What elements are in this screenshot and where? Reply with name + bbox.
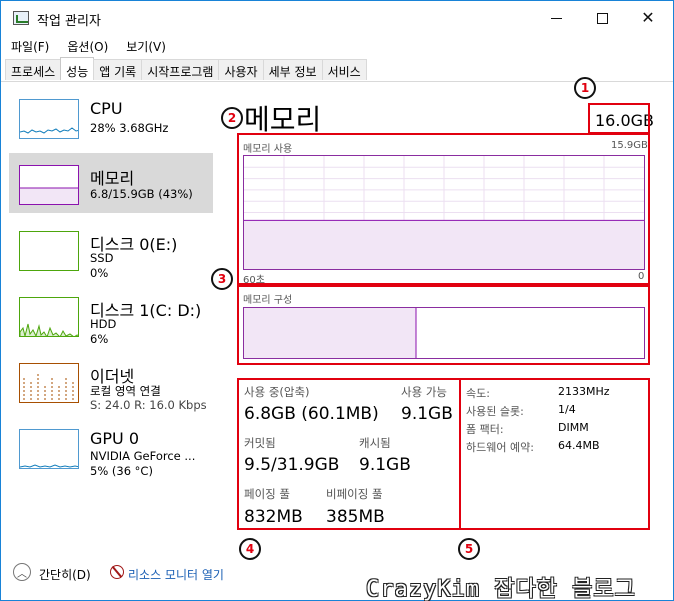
menu-bar: 파일(F) 옵션(O) 보기(V) [1, 35, 673, 57]
annotation-badge-2: 2 [221, 107, 243, 129]
sidebar-item-detail: NVIDIA GeForce ... [90, 449, 196, 463]
tab-users[interactable]: 사용자 [218, 59, 264, 80]
minimize-icon [550, 17, 562, 19]
tab-performance[interactable]: 성능 [60, 57, 95, 80]
menu-options[interactable]: 옵션(O) [57, 35, 116, 57]
annotation-box-info [459, 378, 650, 530]
sidebar-item-detail: S: 24.0 R: 16.0 Kbps [90, 398, 207, 412]
sidebar-item-disk-1[interactable]: 디스크 1(C: D:) HDD 6% [9, 285, 213, 346]
tab-bar: 프로세스 성능 앱 기록 시작프로그램 사용자 세부 정보 서비스 [5, 57, 367, 81]
disk1-thumbnail-graph [19, 297, 79, 337]
annotation-box-composition [237, 285, 650, 365]
cpu-thumbnail-graph [19, 99, 79, 139]
memory-thumbnail-svg [20, 187, 78, 204]
disk0-thumbnail-graph [19, 231, 79, 271]
minimize-button[interactable] [533, 1, 579, 35]
performance-sidebar: CPU 28% 3.68GHz 메모리 6.8/15.9GB (43%) 디스크… [9, 87, 213, 547]
resource-monitor-icon [110, 565, 124, 579]
tab-startup[interactable]: 시작프로그램 [141, 59, 220, 80]
sidebar-item-ethernet[interactable]: 이더넷 로컬 영역 연결 S: 24.0 R: 16.0 Kbps [9, 351, 213, 412]
gpu-thumbnail-graph [19, 429, 79, 469]
sidebar-item-disk-0[interactable]: 디스크 0(E:) SSD 0% [9, 219, 213, 280]
annotation-badge-4: 4 [239, 538, 261, 560]
ethernet-thumbnail-graph [19, 363, 79, 403]
maximize-button[interactable] [579, 1, 625, 35]
sidebar-item-detail: 6.8/15.9GB (43%) [90, 187, 193, 201]
tab-processes[interactable]: 프로세스 [5, 59, 62, 80]
annotation-box-usage [237, 133, 650, 285]
annotation-badge-5: 5 [458, 538, 480, 560]
sidebar-item-memory[interactable]: 메모리 6.8/15.9GB (43%) [9, 153, 213, 213]
ethernet-thumbnail-svg [23, 374, 74, 402]
watermark-text: CrazyKim 잡다한 블로그 [366, 577, 636, 601]
sidebar-item-cpu[interactable]: CPU 28% 3.68GHz [9, 87, 213, 147]
close-icon: ✕ [641, 8, 655, 27]
sidebar-item-detail: 0% [90, 266, 109, 280]
gpu-thumbnail-svg [20, 464, 78, 468]
annotation-box-stats [237, 378, 461, 530]
title-bar[interactable]: 작업 관리자 ✕ [1, 1, 673, 35]
maximize-icon [596, 12, 608, 24]
menu-view[interactable]: 보기(V) [116, 35, 174, 57]
sidebar-item-title: GPU 0 [90, 429, 140, 448]
sidebar-item-title: 메모리 [90, 169, 135, 188]
tab-divider [1, 81, 673, 82]
task-manager-window: 작업 관리자 ✕ 파일(F) 옵션(O) 보기(V) 프로세스 성능 앱 기록 … [0, 0, 674, 601]
menu-file[interactable]: 파일(F) [1, 35, 57, 57]
window-title: 작업 관리자 [37, 14, 101, 29]
chevron-up-icon[interactable]: ︿ [13, 563, 31, 581]
memory-thumbnail-graph [19, 165, 79, 205]
tab-details[interactable]: 세부 정보 [262, 59, 323, 80]
sidebar-item-detail: HDD [90, 317, 117, 331]
page-title: 메모리 [244, 103, 322, 136]
sidebar-item-title: CPU [90, 99, 123, 118]
sidebar-item-detail: 6% [90, 332, 109, 346]
annotation-box-total [588, 103, 650, 134]
disk1-thumbnail-svg [20, 323, 78, 336]
open-resource-monitor-link[interactable]: 리소스 모니터 열기 [128, 566, 224, 583]
annotation-badge-1: 1 [574, 77, 596, 99]
fewer-details-button[interactable]: 간단히(D) [39, 566, 91, 583]
close-button[interactable]: ✕ [625, 1, 671, 35]
sidebar-item-gpu[interactable]: GPU 0 NVIDIA GeForce ... 5% (36 °C) [9, 417, 213, 478]
tab-services[interactable]: 서비스 [321, 59, 367, 80]
annotation-badge-3: 3 [211, 268, 233, 290]
cpu-thumbnail-svg [20, 127, 78, 134]
sidebar-item-detail: 28% 3.68GHz [90, 121, 169, 135]
sidebar-item-detail: SSD [90, 251, 114, 265]
sidebar-item-detail: 5% (36 °C) [90, 464, 153, 478]
task-manager-icon [13, 11, 29, 25]
sidebar-item-detail: 로컬 영역 연결 [90, 384, 161, 398]
tab-app-history[interactable]: 앱 기록 [93, 59, 143, 80]
